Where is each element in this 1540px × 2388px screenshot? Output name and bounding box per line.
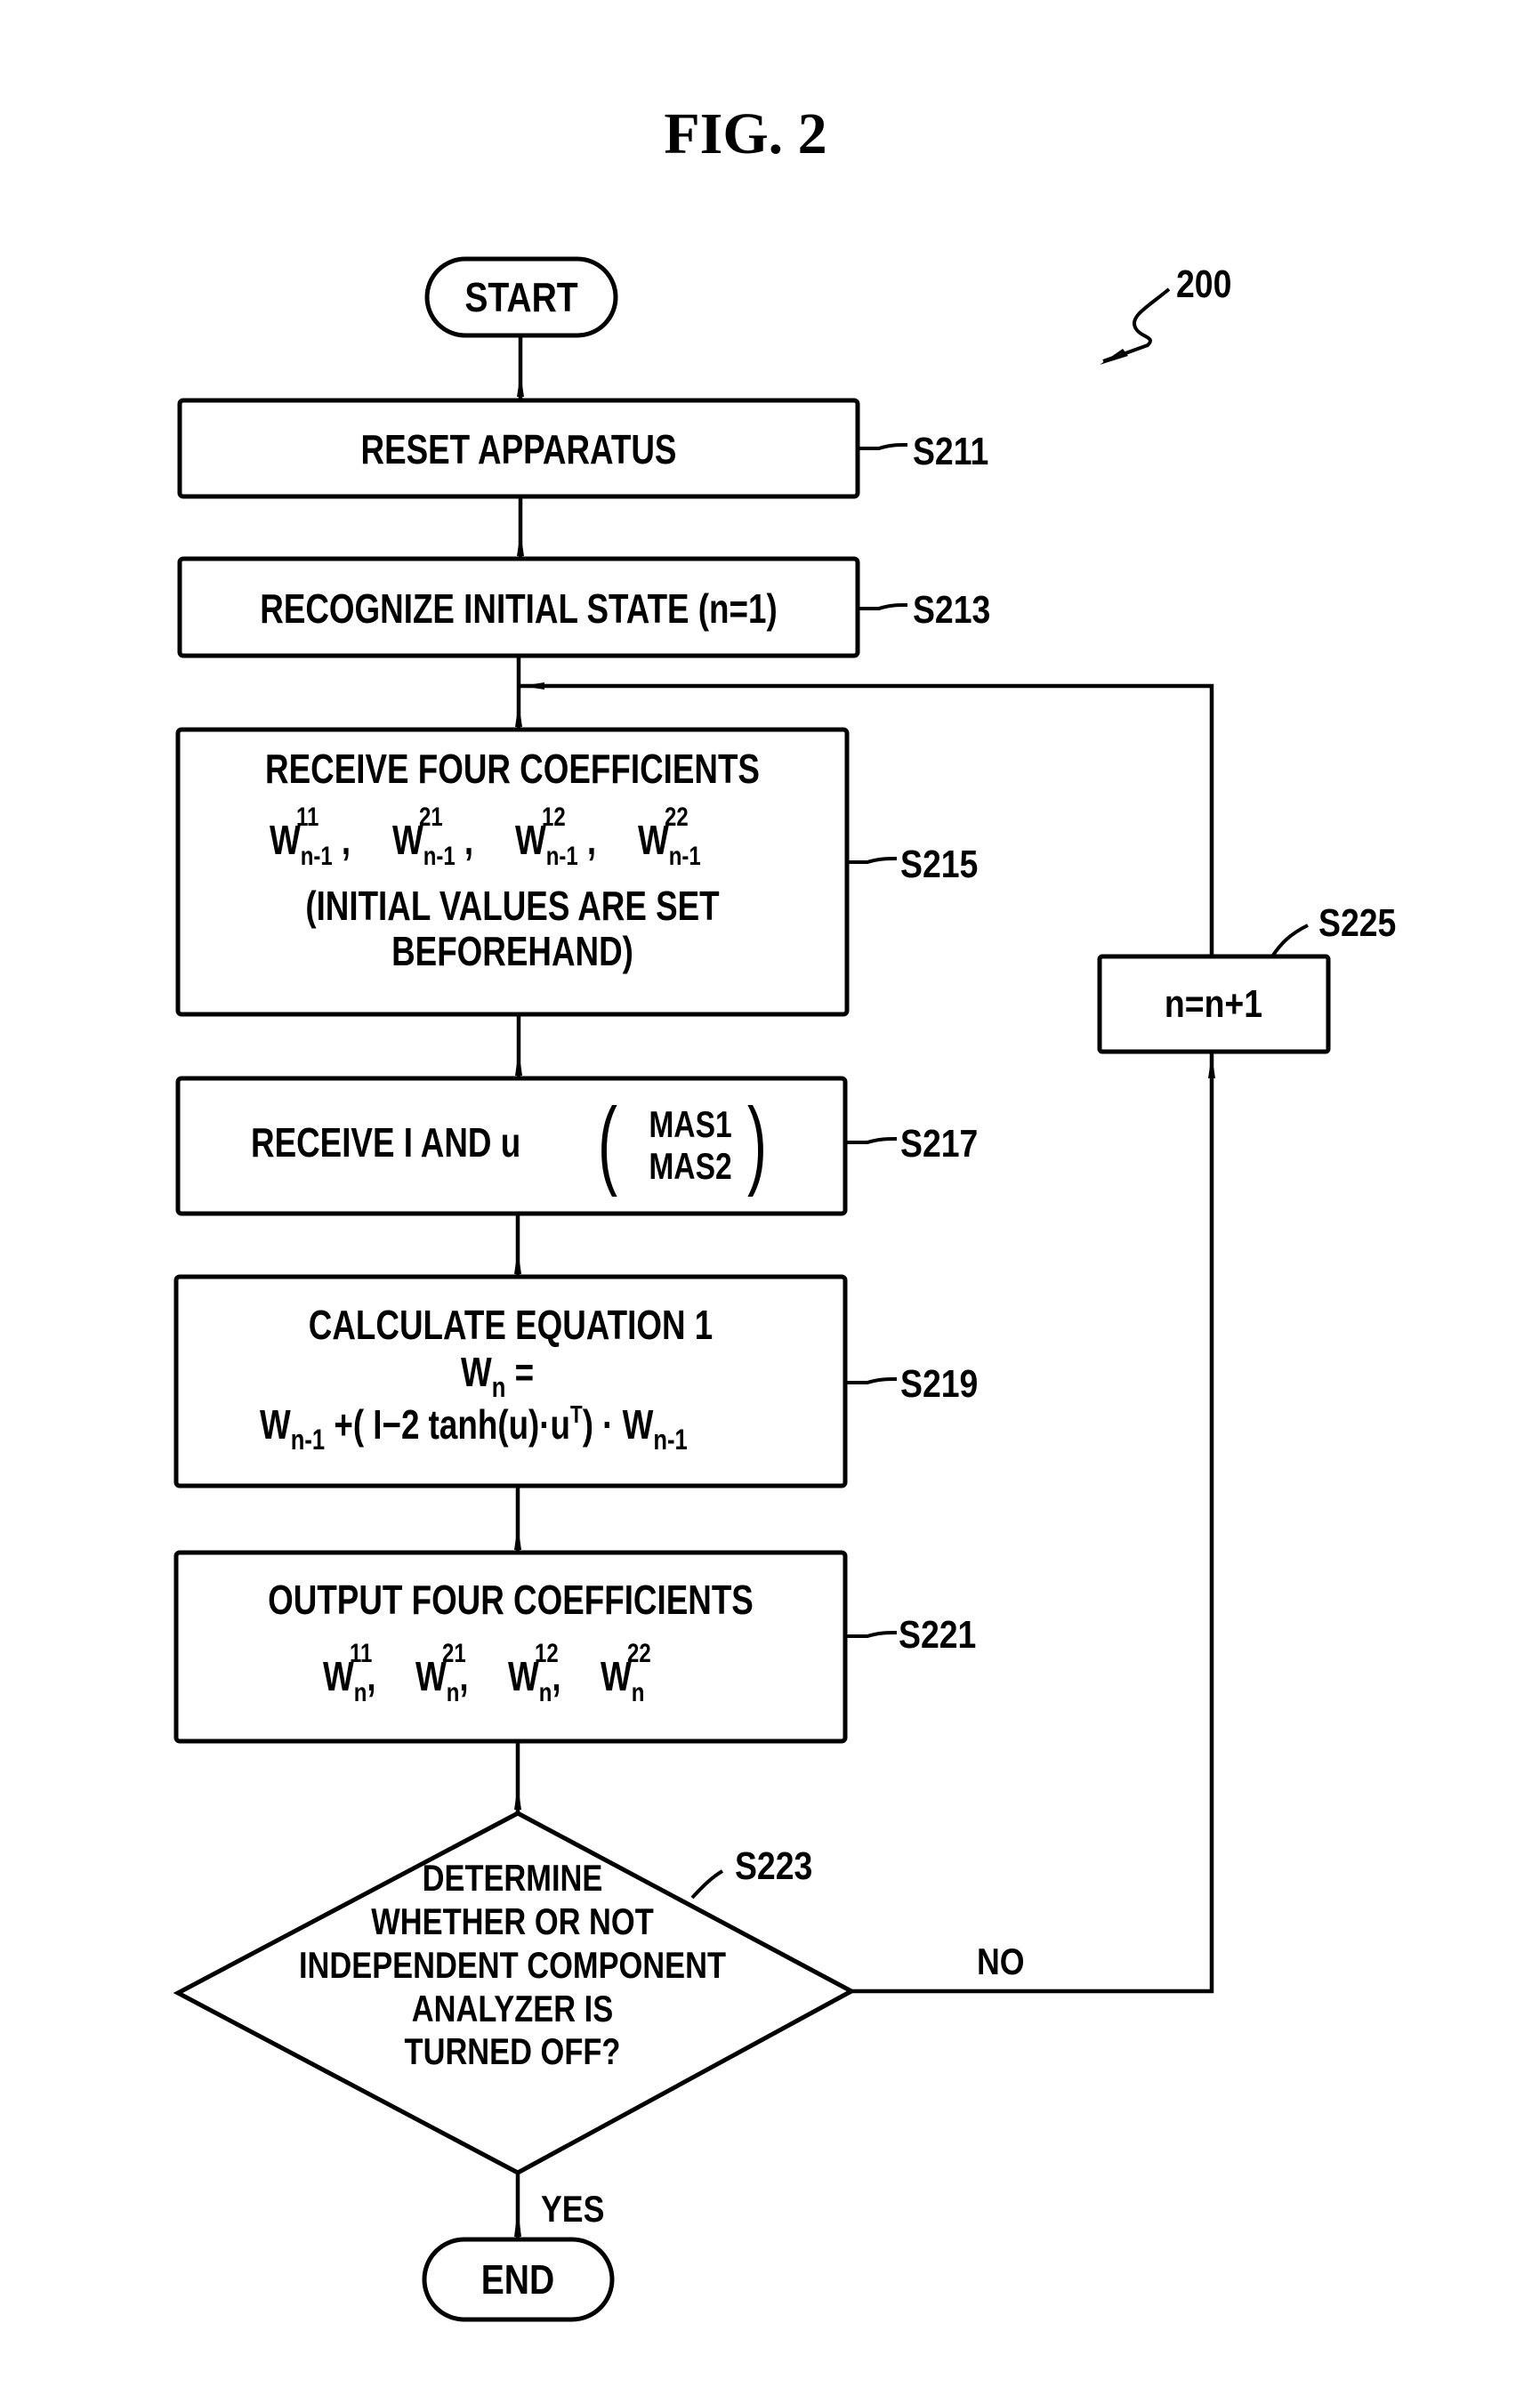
step-S217-paren-close: ) [747, 1089, 767, 1198]
decision-line-5: TURNED OFF? [405, 2031, 621, 2073]
step-S225-id: S225 [1318, 900, 1396, 945]
step-S221-text-top: OUTPUT FOUR COEFFICIENTS [268, 1577, 754, 1623]
step-S217: RECEIVE I AND u ( MAS1 MAS2 ) S217 [175, 1076, 978, 1216]
step-S221: OUTPUT FOUR COEFFICIENTS Wn,11Wn,21Wn,12… [173, 1550, 976, 1744]
coefficient-superscript: 12 [535, 1637, 559, 1667]
step-S225-text: n=n+1 [1165, 981, 1262, 1026]
reference-arrow-icon [1102, 287, 1171, 363]
step-S215-text-bottom-2: BEFOREHAND) [391, 928, 633, 974]
decision-yes-label: YES [541, 2189, 604, 2230]
decision-S223: DETERMINE WHETHER OR NOT INDEPENDENT COM… [173, 1811, 1025, 2231]
decision-line-2: WHETHER OR NOT [371, 1901, 654, 1943]
step-S217-text: RECEIVE I AND u [251, 1119, 520, 1166]
coefficient-superscript: 22 [665, 801, 689, 831]
step-S215-id: S215 [900, 842, 978, 886]
decision-no-label: NO [977, 1941, 1025, 1982]
step-S213-text: RECOGNIZE INITIAL STATE (n=1) [260, 585, 777, 632]
step-S217-mas2: MAS2 [649, 1147, 731, 1188]
step-S221-id: S221 [899, 1612, 976, 1657]
coefficient-superscript: 21 [442, 1637, 466, 1667]
step-S219: CALCULATE EQUATION 1 Wn = Wn-1 +( I−2 ta… [173, 1274, 978, 1488]
reference-number: 200 [1176, 262, 1231, 306]
reference-arrowhead-icon [1100, 349, 1128, 365]
step-S211: RESET APPARATUS S211 [177, 398, 988, 499]
coefficient-superscript: 22 [627, 1637, 651, 1667]
step-S211-id: S211 [913, 429, 988, 473]
step-S215-text-bottom-1: (INITIAL VALUES ARE SET [305, 883, 719, 929]
end-label: END [481, 2257, 555, 2303]
step-S219-line1: CALCULATE EQUATION 1 [309, 1302, 713, 1348]
coefficient-superscript: 12 [542, 801, 566, 831]
step-S217-id: S217 [900, 1121, 978, 1166]
step-S215: RECEIVE FOUR COEFFICIENTS Wn-1 ,11Wn-1 ,… [175, 727, 978, 1017]
decision-line-4: ANALYZER IS [412, 1989, 613, 2030]
decision-id: S223 [735, 1843, 812, 1888]
end-terminator: END [422, 2237, 615, 2322]
step-S219-id: S219 [900, 1361, 978, 1406]
start-label: START [464, 275, 577, 321]
decision-line-1: DETERMINE [423, 1858, 603, 1900]
step-S213: RECOGNIZE INITIAL STATE (n=1) S213 [177, 556, 990, 658]
start-terminator: START [424, 256, 618, 338]
coefficient-superscript: 11 [296, 801, 318, 831]
step-S217-mas1: MAS1 [649, 1105, 731, 1146]
coefficient-superscript: 11 [350, 1637, 372, 1667]
step-S213-id: S213 [913, 587, 990, 632]
figure-title: FIG. 2 [664, 101, 826, 166]
decision-line-3: INDEPENDENT COMPONENT [299, 1945, 727, 1987]
step-S217-paren-open: ( [598, 1089, 617, 1198]
step-S225: n=n+1 S225 [1097, 900, 1396, 1054]
coefficient-superscript: 21 [419, 801, 443, 831]
step-S215-text-top: RECEIVE FOUR COEFFICIENTS [265, 746, 760, 792]
flowchart-canvas: FIG. 2 200 START RESET APPARATUS S211 RE… [173, 101, 1396, 2322]
step-S211-text: RESET APPARATUS [361, 426, 677, 472]
